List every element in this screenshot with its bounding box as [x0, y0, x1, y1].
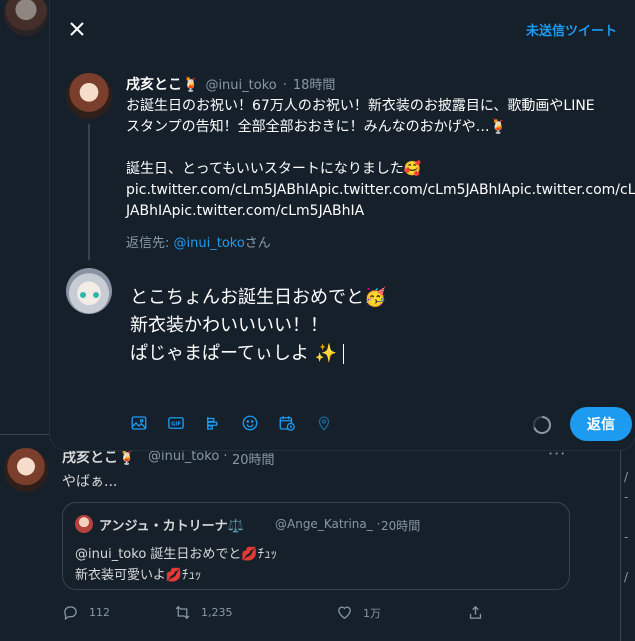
add-emoji-button[interactable]: [239, 412, 261, 434]
compose-toolbar: GIF: [128, 412, 335, 434]
original-tweet-time[interactable]: 18時間: [293, 74, 336, 93]
tweet-actions: 112 1,235 1万: [62, 604, 542, 624]
avatar-eye: [80, 292, 86, 298]
background-tweet-handle: @inui_toko ·: [148, 449, 228, 464]
compose-line-last: ぱじゃまぱーてぃしよ ✨: [130, 340, 610, 368]
compose-line: とこちょんお誕生日おめでと🥳: [130, 287, 387, 308]
add-image-button[interactable]: [128, 412, 150, 434]
text-caret: [343, 344, 345, 364]
close-icon: [70, 22, 84, 36]
original-tweet-line: 誕生日、とってもいいスタートになりました🥰: [126, 161, 422, 177]
original-tweet-avatar[interactable]: [66, 73, 112, 119]
background-tweet-time[interactable]: 20時間: [232, 449, 275, 468]
share-icon: [469, 605, 482, 619]
retweet-count: 1,235: [201, 606, 233, 619]
retweet-action[interactable]: 1,235: [174, 604, 233, 621]
quoted-tweet-card[interactable]: アンジュ・カトリーナ⚖️ @Ange_Katrina_ · 20時間 @inui…: [62, 502, 570, 590]
image-icon: [131, 416, 147, 430]
emoji-icon: [242, 415, 258, 431]
original-tweet-text: お誕生日のお祝い！67万人のお祝い！新衣装のお披露目に、歌動画やLINE スタン…: [126, 96, 635, 222]
reply-modal: 未送信ツイート 戌亥とこ🍹 @inui_toko · 18時間 お誕生日のお祝い…: [50, 0, 635, 450]
retweet-icon: [175, 605, 190, 620]
character-counter-icon: [533, 416, 551, 434]
original-tweet-header: 戌亥とこ🍹 @inui_toko · 18時間: [126, 74, 335, 94]
modal-header: 未送信ツイート: [50, 0, 635, 56]
replying-to: 返信先: @inui_tokoさん: [126, 232, 271, 251]
poll-icon: [207, 417, 218, 430]
quoted-tweet-avatar: [75, 515, 93, 533]
add-poll-button[interactable]: [202, 412, 224, 434]
add-gif-button[interactable]: GIF: [165, 412, 187, 434]
like-action[interactable]: 1万: [336, 604, 381, 621]
schedule-button[interactable]: [276, 412, 298, 434]
gif-icon: GIF: [168, 417, 184, 429]
replying-to-suffix: さん: [244, 236, 271, 251]
replying-to-prefix: 返信先:: [126, 236, 174, 251]
separator-dot: ·: [282, 78, 287, 93]
original-tweet-handle: @inui_toko: [205, 78, 277, 93]
add-location-button[interactable]: [313, 412, 335, 434]
heart-icon: [338, 606, 351, 619]
quoted-tweet-time: 20時間: [381, 519, 421, 533]
original-tweet-line: お誕生日のお祝い！67万人のお祝い！新衣装のお披露目に、歌動画やLINE: [126, 98, 595, 114]
quoted-tweet-text-line2: 新衣装可愛いよ💋ﾁｭｯ: [75, 568, 202, 583]
unsent-tweets-link[interactable]: 未送信ツイート: [526, 20, 617, 39]
like-count: 1万: [363, 606, 381, 620]
original-tweet-link[interactable]: JABhIApic.twitter.com/cLm5JABhIA: [126, 201, 631, 222]
background-tweet-author[interactable]: 戌亥とこ🍹: [62, 447, 135, 467]
background-tweet-text: やばぁ...: [62, 474, 118, 490]
background-tweet-avatar[interactable]: [4, 448, 48, 492]
reply-action[interactable]: 112: [62, 604, 110, 621]
close-button[interactable]: [64, 16, 90, 42]
svg-text:GIF: GIF: [171, 422, 181, 428]
reply-compose-input[interactable]: とこちょんお誕生日おめでと🥳 新衣装かわいいいい！！ ぱじゃまぱーてぃしよ ✨: [130, 284, 610, 368]
share-action[interactable]: [467, 604, 484, 621]
original-tweet-line: スタンプの告知！全部全部おおきに！みんなのおかげや…🍹: [126, 119, 508, 135]
user-avatar[interactable]: [66, 268, 112, 314]
quoted-tweet-text-line1: @inui_toko 誕生日おめでと💋ﾁｭｯ: [75, 547, 278, 562]
background-avatar-top: [4, 0, 48, 36]
reply-submit-button[interactable]: 返信: [570, 407, 632, 441]
replying-to-handle[interactable]: @inui_toko: [174, 236, 245, 251]
location-icon: [318, 416, 330, 431]
compose-line: 新衣装かわいいいい！！: [130, 315, 328, 336]
quoted-tweet-author: アンジュ・カトリーナ⚖️: [99, 519, 244, 534]
schedule-icon: [279, 416, 295, 431]
reply-count: 112: [89, 606, 110, 619]
original-tweet-link[interactable]: pic.twitter.com/cLm5JABhIApic.twitter.co…: [126, 180, 635, 201]
thread-connector-line: [88, 124, 90, 260]
avatar-eye: [93, 292, 99, 298]
reply-icon: [64, 606, 77, 621]
quoted-tweet-handle: @Ange_Katrina_ ·: [275, 517, 381, 531]
original-tweet-author[interactable]: 戌亥とこ🍹: [126, 74, 199, 94]
